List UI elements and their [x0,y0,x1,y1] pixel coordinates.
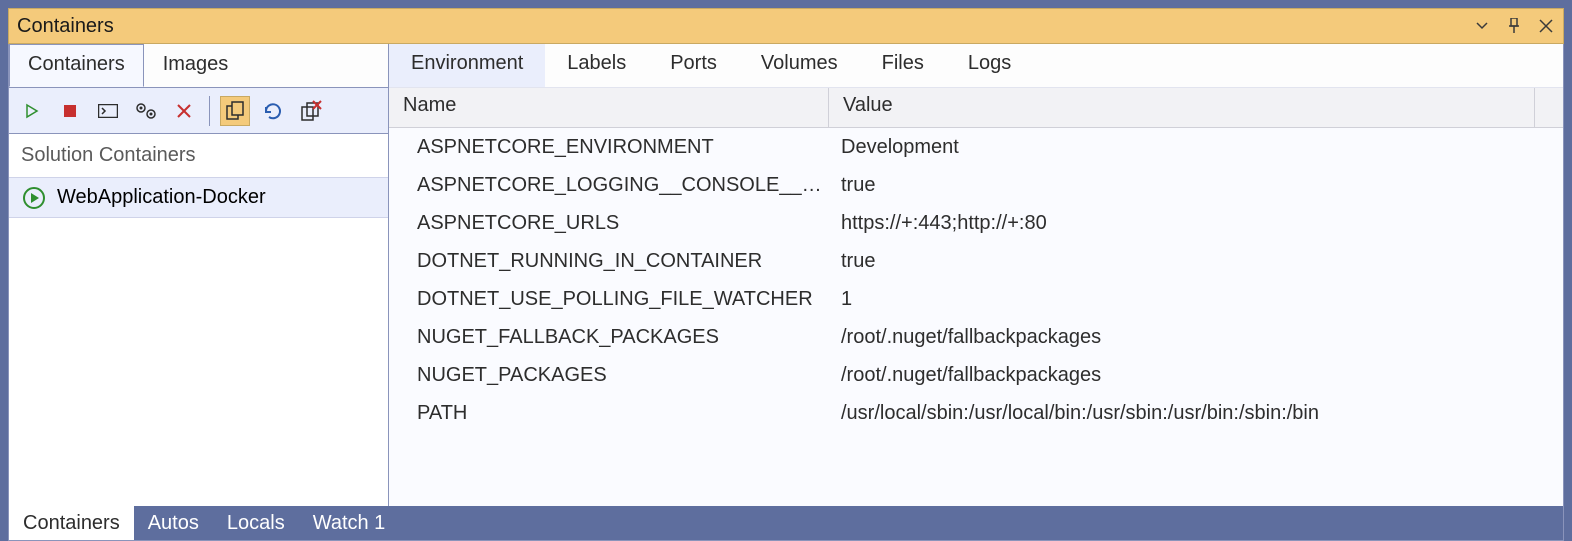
sidebar-tab-images[interactable]: Images [144,44,248,87]
container-item-label: WebApplication-Docker [57,186,266,209]
env-var-name: NUGET_PACKAGES [389,364,829,387]
details-panel: Environment Labels Ports Volumes Files L… [389,44,1563,506]
table-row[interactable]: PATH/usr/local/sbin:/usr/local/bin:/usr/… [389,394,1563,432]
delete-icon[interactable] [169,96,199,126]
tab-ports[interactable]: Ports [648,44,739,87]
env-var-value: true [829,250,1563,273]
bottom-tab-watch1[interactable]: Watch 1 [299,506,400,540]
env-var-name: NUGET_FALLBACK_PACKAGES [389,326,829,349]
grid-body: ASPNETCORE_ENVIRONMENTDevelopmentASPNETC… [389,128,1563,506]
table-row[interactable]: ASPNETCORE_ENVIRONMENTDevelopment [389,128,1563,166]
sidebar: Containers Images [9,44,389,506]
env-var-name: ASPNETCORE_URLS [389,212,829,235]
table-row[interactable]: NUGET_FALLBACK_PACKAGES/root/.nuget/fall… [389,318,1563,356]
env-var-value: 1 [829,288,1563,311]
bottom-tab-locals[interactable]: Locals [213,506,299,540]
column-header-name[interactable]: Name [389,88,829,127]
table-row[interactable]: DOTNET_RUNNING_IN_CONTAINERtrue [389,242,1563,280]
column-header-value[interactable]: Value [829,88,1534,127]
table-row[interactable]: ASPNETCORE_LOGGING__CONSOLE__DISA...true [389,166,1563,204]
env-var-value: Development [829,136,1563,159]
copy-icon[interactable] [220,96,250,126]
terminal-icon[interactable] [93,96,123,126]
tab-files[interactable]: Files [860,44,946,87]
table-row[interactable]: ASPNETCORE_URLShttps://+:443;http://+:80 [389,204,1563,242]
table-row[interactable]: NUGET_PACKAGES/root/.nuget/fallbackpacka… [389,356,1563,394]
play-icon[interactable] [17,96,47,126]
dropdown-icon[interactable] [1473,17,1491,35]
running-icon [23,187,45,209]
env-var-value: /root/.nuget/fallbackpackages [829,326,1563,349]
sidebar-tab-containers[interactable]: Containers [9,44,144,87]
env-var-value: /root/.nuget/fallbackpackages [829,364,1563,387]
grid-header: Name Value [389,88,1563,128]
refresh-icon[interactable] [258,96,288,126]
tab-logs[interactable]: Logs [946,44,1033,87]
details-tabs: Environment Labels Ports Volumes Files L… [389,44,1563,88]
tab-labels[interactable]: Labels [545,44,648,87]
container-item[interactable]: WebApplication-Docker [9,177,388,218]
table-row[interactable]: DOTNET_USE_POLLING_FILE_WATCHER1 [389,280,1563,318]
window-titlebar: Containers [8,8,1564,44]
env-var-name: DOTNET_USE_POLLING_FILE_WATCHER [389,288,829,311]
env-var-value: true [829,174,1563,197]
env-var-name: ASPNETCORE_ENVIRONMENT [389,136,829,159]
stop-icon[interactable] [55,96,85,126]
bottom-tab-autos[interactable]: Autos [134,506,213,540]
pin-icon[interactable] [1505,17,1523,35]
sidebar-section-label: Solution Containers [9,134,388,177]
sidebar-tabs: Containers Images [9,44,388,88]
env-var-name: DOTNET_RUNNING_IN_CONTAINER [389,250,829,273]
toolbar-separator [209,96,210,126]
tab-volumes[interactable]: Volumes [739,44,860,87]
env-var-name: PATH [389,402,829,425]
window-title: Containers [17,15,1473,38]
sidebar-toolbar [9,88,388,134]
remove-copy-icon[interactable] [296,96,326,126]
tab-environment[interactable]: Environment [389,44,545,87]
bottom-tab-bar: Containers Autos Locals Watch 1 [9,506,1563,540]
close-icon[interactable] [1537,17,1555,35]
column-header-spacer [1534,88,1563,127]
env-var-name: ASPNETCORE_LOGGING__CONSOLE__DISA... [389,174,829,197]
bottom-tab-containers[interactable]: Containers [9,506,134,540]
env-var-value: /usr/local/sbin:/usr/local/bin:/usr/sbin… [829,402,1563,425]
env-var-value: https://+:443;http://+:80 [829,212,1563,235]
settings-gear-icon[interactable] [131,96,161,126]
